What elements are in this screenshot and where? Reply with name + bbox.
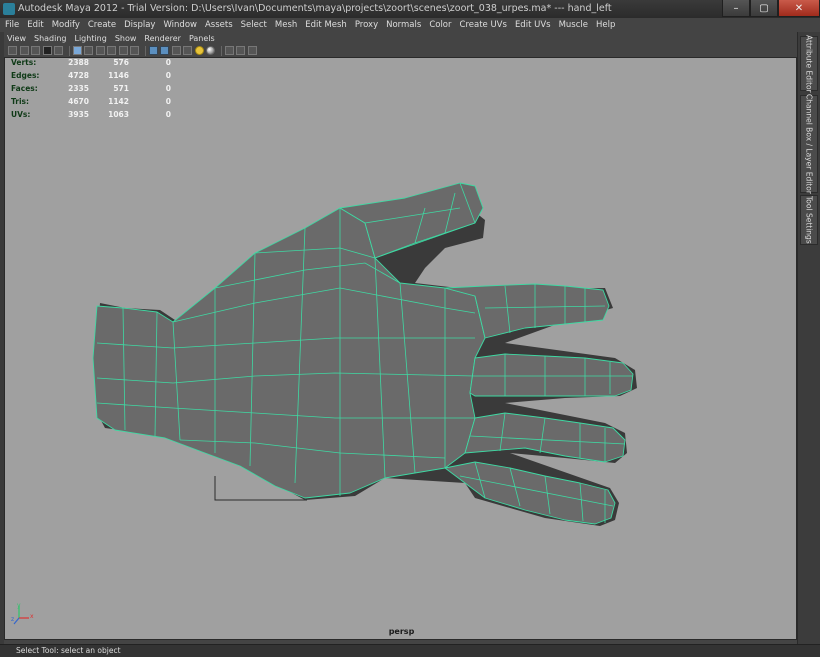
camera-attributes-icon[interactable] [19, 46, 29, 55]
hud-label: Faces: [11, 84, 38, 93]
menu-muscle[interactable]: Muscle [559, 20, 588, 30]
smooth-shade-icon[interactable] [160, 46, 169, 55]
menu-edit[interactable]: Edit [27, 20, 43, 30]
maya-app-icon [3, 3, 15, 15]
attribute-editor-tab[interactable]: Attribute Editor [800, 34, 818, 93]
menu-create[interactable]: Create [88, 20, 116, 30]
hud-value: 2335 [68, 84, 89, 93]
menu-edit-uvs[interactable]: Edit UVs [515, 20, 551, 30]
hud-value: 0 [165, 71, 171, 80]
hud-row-uvs: UVs: 3935 1063 0 [11, 110, 181, 123]
menu-normals[interactable]: Normals [386, 20, 421, 30]
hud-row-edges: Edges: 4728 1146 0 [11, 71, 181, 84]
hud-value: 3935 [68, 110, 89, 119]
hud-value: 576 [113, 58, 129, 67]
camera-name-label: persp [388, 627, 415, 636]
menu-color[interactable]: Color [429, 20, 451, 30]
panel-toolbar [4, 44, 797, 57]
resolution-gate-icon[interactable] [84, 46, 93, 55]
menu-file[interactable]: File [5, 20, 19, 30]
close-button[interactable]: ✕ [778, 0, 820, 17]
axis-z-label: z [11, 616, 15, 623]
hud-value: 0 [165, 97, 171, 106]
panel-menu-panels[interactable]: Panels [189, 34, 215, 43]
wireframe-on-shaded-icon[interactable] [171, 46, 181, 55]
hud-value: 1142 [108, 97, 129, 106]
gate-mask-icon[interactable] [95, 46, 105, 55]
window-title: Autodesk Maya 2012 - Trial Version: D:\U… [18, 3, 612, 14]
menu-window[interactable]: Window [163, 20, 197, 30]
menu-display[interactable]: Display [124, 20, 155, 30]
hud-value: 571 [113, 84, 129, 93]
hud-value: 4670 [68, 97, 89, 106]
toolbar-divider [144, 45, 146, 56]
safe-title-icon[interactable] [130, 46, 139, 55]
hud-value: 1146 [108, 71, 129, 80]
hud-value: 0 [165, 110, 171, 119]
image-plane-icon[interactable] [42, 46, 52, 55]
hud-label: Verts: [11, 58, 37, 67]
menu-select[interactable]: Select [241, 20, 267, 30]
tool-settings-tab-label: Tool Settings [804, 196, 814, 244]
channel-box-tab[interactable]: Channel Box / Layer Editor [800, 94, 818, 194]
title-bar: Autodesk Maya 2012 - Trial Version: D:\U… [0, 0, 820, 19]
toolbar-divider [68, 45, 70, 56]
window-controls: – ▢ ✕ [722, 0, 820, 18]
use-all-lights-icon[interactable] [194, 46, 204, 55]
safe-action-icon[interactable] [118, 46, 128, 55]
axis-x-label: x [30, 613, 34, 620]
right-dock-tabs: Attribute Editor Channel Box / Layer Edi… [797, 32, 820, 644]
help-line-text: Select Tool: select an object [16, 646, 121, 655]
hud-row-faces: Faces: 2335 571 0 [11, 84, 181, 97]
panel-menu-shading[interactable]: Shading [34, 34, 67, 43]
shadows-icon[interactable] [206, 46, 215, 55]
hud-value: 4728 [68, 71, 89, 80]
menu-assets[interactable]: Assets [205, 20, 233, 30]
panel-menu-view[interactable]: View [7, 34, 26, 43]
maximize-button[interactable]: ▢ [750, 0, 778, 17]
hud-value: 2388 [68, 58, 89, 67]
hud-row-verts: Verts: 2388 576 0 [11, 58, 181, 71]
hud-value: 0 [165, 84, 171, 93]
perspective-viewport[interactable]: Verts: 2388 576 0 Edges: 4728 1146 0 Fac… [4, 57, 797, 640]
channel-box-tab-label: Channel Box / Layer Editor [804, 94, 814, 194]
film-gate-icon[interactable] [72, 46, 82, 55]
axis-labels: y x z [11, 602, 34, 624]
hud-label: UVs: [11, 110, 31, 119]
menu-proxy[interactable]: Proxy [355, 20, 378, 30]
grid-toggle-icon[interactable] [54, 46, 63, 55]
hud-label: Edges: [11, 71, 40, 80]
help-line: Select Tool: select an object [0, 644, 820, 657]
bookmark-icon[interactable] [31, 46, 40, 55]
panel-menu-lighting[interactable]: Lighting [74, 34, 106, 43]
hud-row-tris: Tris: 4670 1142 0 [11, 97, 181, 110]
panel-menu-show[interactable]: Show [115, 34, 137, 43]
menu-edit-mesh[interactable]: Edit Mesh [305, 20, 347, 30]
menu-mesh[interactable]: Mesh [275, 20, 297, 30]
panel-menu-bar: View Shading Lighting Show Renderer Pane… [4, 33, 797, 44]
attribute-editor-tab-label: Attribute Editor [804, 34, 814, 93]
hud-label: Tris: [11, 97, 30, 106]
poly-count-hud: Verts: 2388 576 0 Edges: 4728 1146 0 Fac… [11, 58, 181, 123]
hud-value: 1063 [108, 110, 129, 119]
tool-settings-tab[interactable]: Tool Settings [800, 195, 818, 245]
xray-joints-icon[interactable] [247, 46, 257, 55]
xray-icon[interactable] [236, 46, 245, 55]
textured-icon[interactable] [183, 46, 192, 55]
hand-mesh[interactable] [5, 58, 797, 640]
panel-menu-renderer[interactable]: Renderer [144, 34, 181, 43]
toolbar-divider [220, 45, 222, 56]
axis-y-label: y [17, 602, 21, 609]
wireframe-shading-icon[interactable] [148, 46, 158, 55]
menu-create-uvs[interactable]: Create UVs [460, 20, 507, 30]
menu-modify[interactable]: Modify [52, 20, 80, 30]
menu-help[interactable]: Help [596, 20, 615, 30]
main-menu-bar: File Edit Modify Create Display Window A… [0, 18, 820, 32]
isolate-select-icon[interactable] [224, 46, 234, 55]
field-chart-icon[interactable] [107, 46, 116, 55]
minimize-button[interactable]: – [722, 0, 750, 17]
select-camera-icon[interactable] [8, 46, 17, 55]
hud-value: 0 [165, 58, 171, 67]
